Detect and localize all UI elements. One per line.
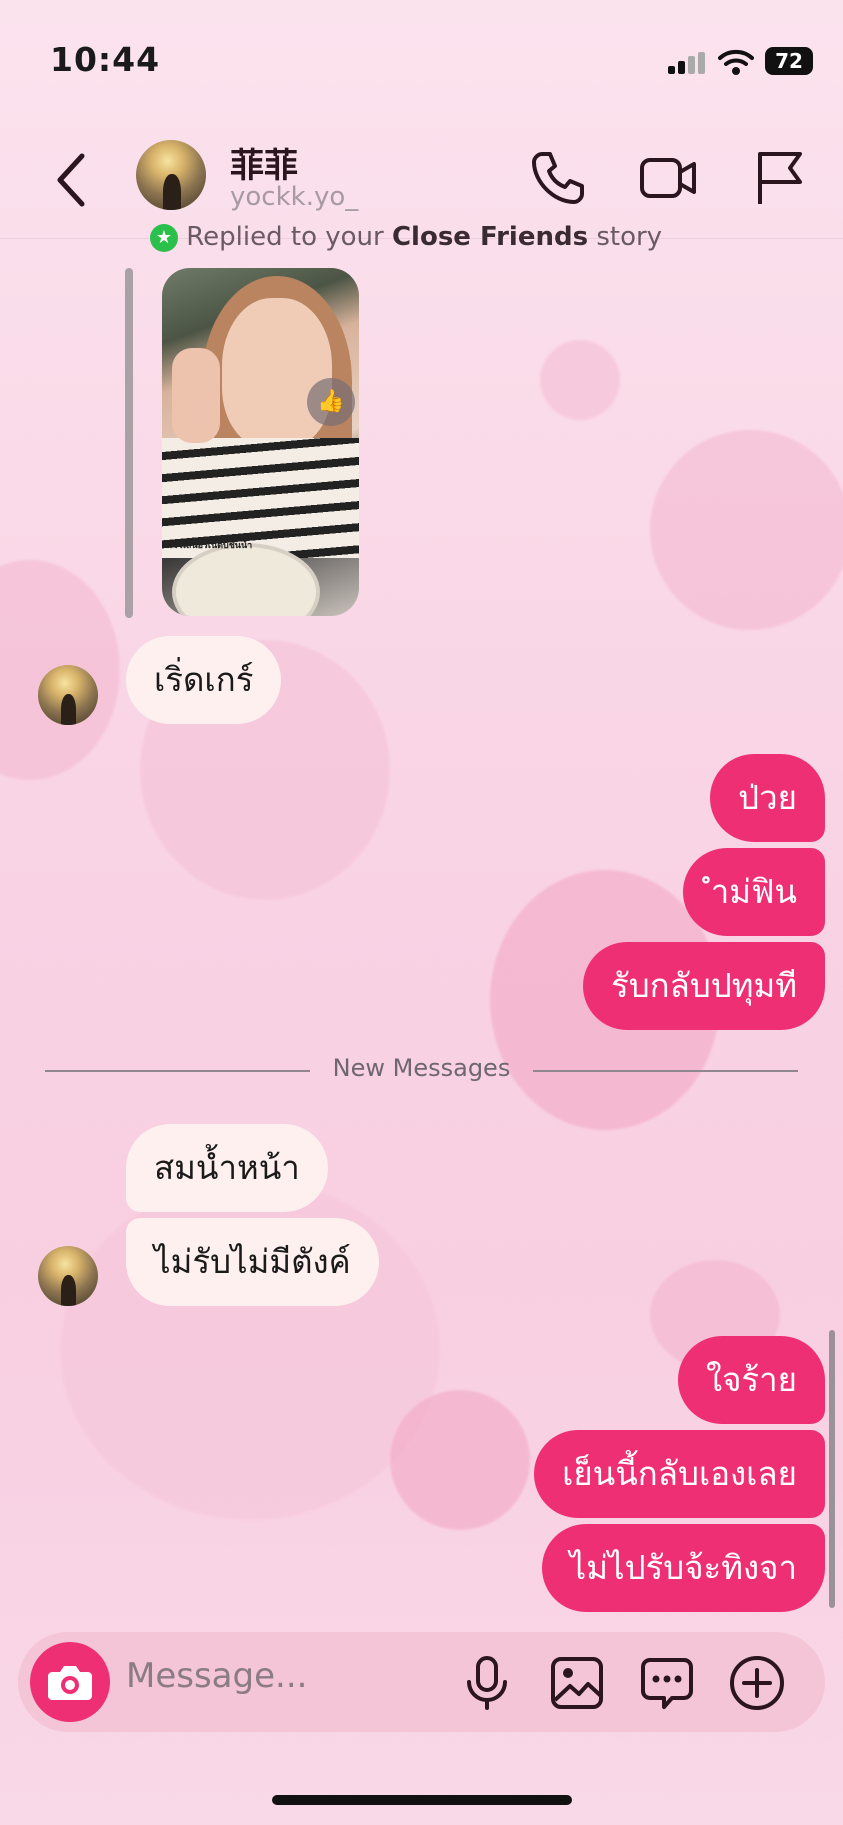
message-bubble-incoming[interactable]: สมน้ำหน้า bbox=[126, 1124, 328, 1212]
thumbs-up-icon: 👍 bbox=[307, 378, 355, 426]
message-bubble-outgoing[interactable]: ไม่ไปรับจ้ะทิงจา bbox=[541, 1524, 825, 1612]
add-plus-icon[interactable] bbox=[728, 1654, 786, 1712]
sticker-chat-icon[interactable] bbox=[638, 1654, 696, 1712]
status-time: 10:44 bbox=[50, 40, 161, 79]
microphone-icon[interactable] bbox=[458, 1654, 516, 1712]
bg-heart bbox=[650, 430, 843, 630]
story-reply-suffix: story bbox=[588, 222, 663, 252]
message-bubble-outgoing[interactable]: ใจร้าย bbox=[677, 1336, 825, 1424]
story-thumbnail[interactable]: รีวิวเสนอร์เน็ตบีชั้นนำ 👍 bbox=[162, 268, 359, 616]
cellular-signal-icon bbox=[668, 52, 705, 74]
message-bubble-outgoing[interactable]: เย็นนี้กลับเองเลย bbox=[534, 1430, 825, 1518]
sender-avatar[interactable] bbox=[38, 665, 98, 725]
report-flag-icon[interactable] bbox=[750, 148, 810, 208]
message-bubble-incoming[interactable]: ไม่รับไม่มีตังค์ bbox=[126, 1218, 379, 1306]
close-friends-star-icon: ★ bbox=[150, 223, 178, 252]
camera-button[interactable] bbox=[30, 1642, 110, 1722]
message-bubble-outgoing[interactable]: รับกลับปทุมที bbox=[582, 942, 825, 1030]
reply-indicator-bar bbox=[125, 268, 133, 618]
new-messages-label: New Messages bbox=[332, 1054, 511, 1082]
message-bubble-incoming[interactable]: เริ่ดเกร์ bbox=[126, 636, 282, 724]
bg-heart bbox=[540, 340, 620, 420]
story-reply-prefix: Replied to your bbox=[186, 222, 392, 252]
message-composer: Message... bbox=[18, 1632, 825, 1732]
story-caption: รีวิวเสนอร์เน็ตบีชั้นนำ bbox=[168, 541, 253, 551]
contact-name[interactable]: 菲菲 bbox=[230, 138, 298, 187]
message-bubble-outgoing[interactable]: ป่วย bbox=[710, 754, 825, 842]
bg-heart bbox=[390, 1390, 530, 1530]
sender-avatar[interactable] bbox=[38, 1246, 98, 1306]
battery-icon: 72 bbox=[765, 47, 813, 75]
status-bar: 10:44 72 bbox=[0, 0, 843, 120]
divider-line bbox=[533, 1070, 798, 1072]
story-reply-label: ★ Replied to your Close Friends story bbox=[150, 222, 662, 252]
story-photo-face bbox=[222, 298, 332, 448]
back-chevron-icon[interactable] bbox=[52, 150, 92, 210]
video-call-icon[interactable] bbox=[638, 148, 698, 208]
home-indicator[interactable] bbox=[272, 1795, 572, 1805]
contact-avatar[interactable] bbox=[136, 140, 206, 210]
wifi-icon bbox=[718, 49, 754, 75]
scrollbar[interactable] bbox=[829, 1330, 835, 1608]
story-photo-thumb bbox=[172, 348, 220, 443]
battery-level: 72 bbox=[775, 49, 803, 73]
message-input[interactable]: Message... bbox=[126, 1656, 307, 1696]
camera-icon bbox=[48, 1666, 92, 1700]
contact-handle[interactable]: yockk.yo_ bbox=[230, 182, 358, 212]
new-messages-divider: New Messages bbox=[45, 1054, 798, 1082]
gallery-image-icon[interactable] bbox=[548, 1654, 606, 1712]
message-bubble-outgoing[interactable]: ำม่ฟิน bbox=[682, 848, 825, 936]
phone-call-icon[interactable] bbox=[528, 148, 588, 208]
story-reply-highlight: Close Friends bbox=[391, 222, 589, 252]
